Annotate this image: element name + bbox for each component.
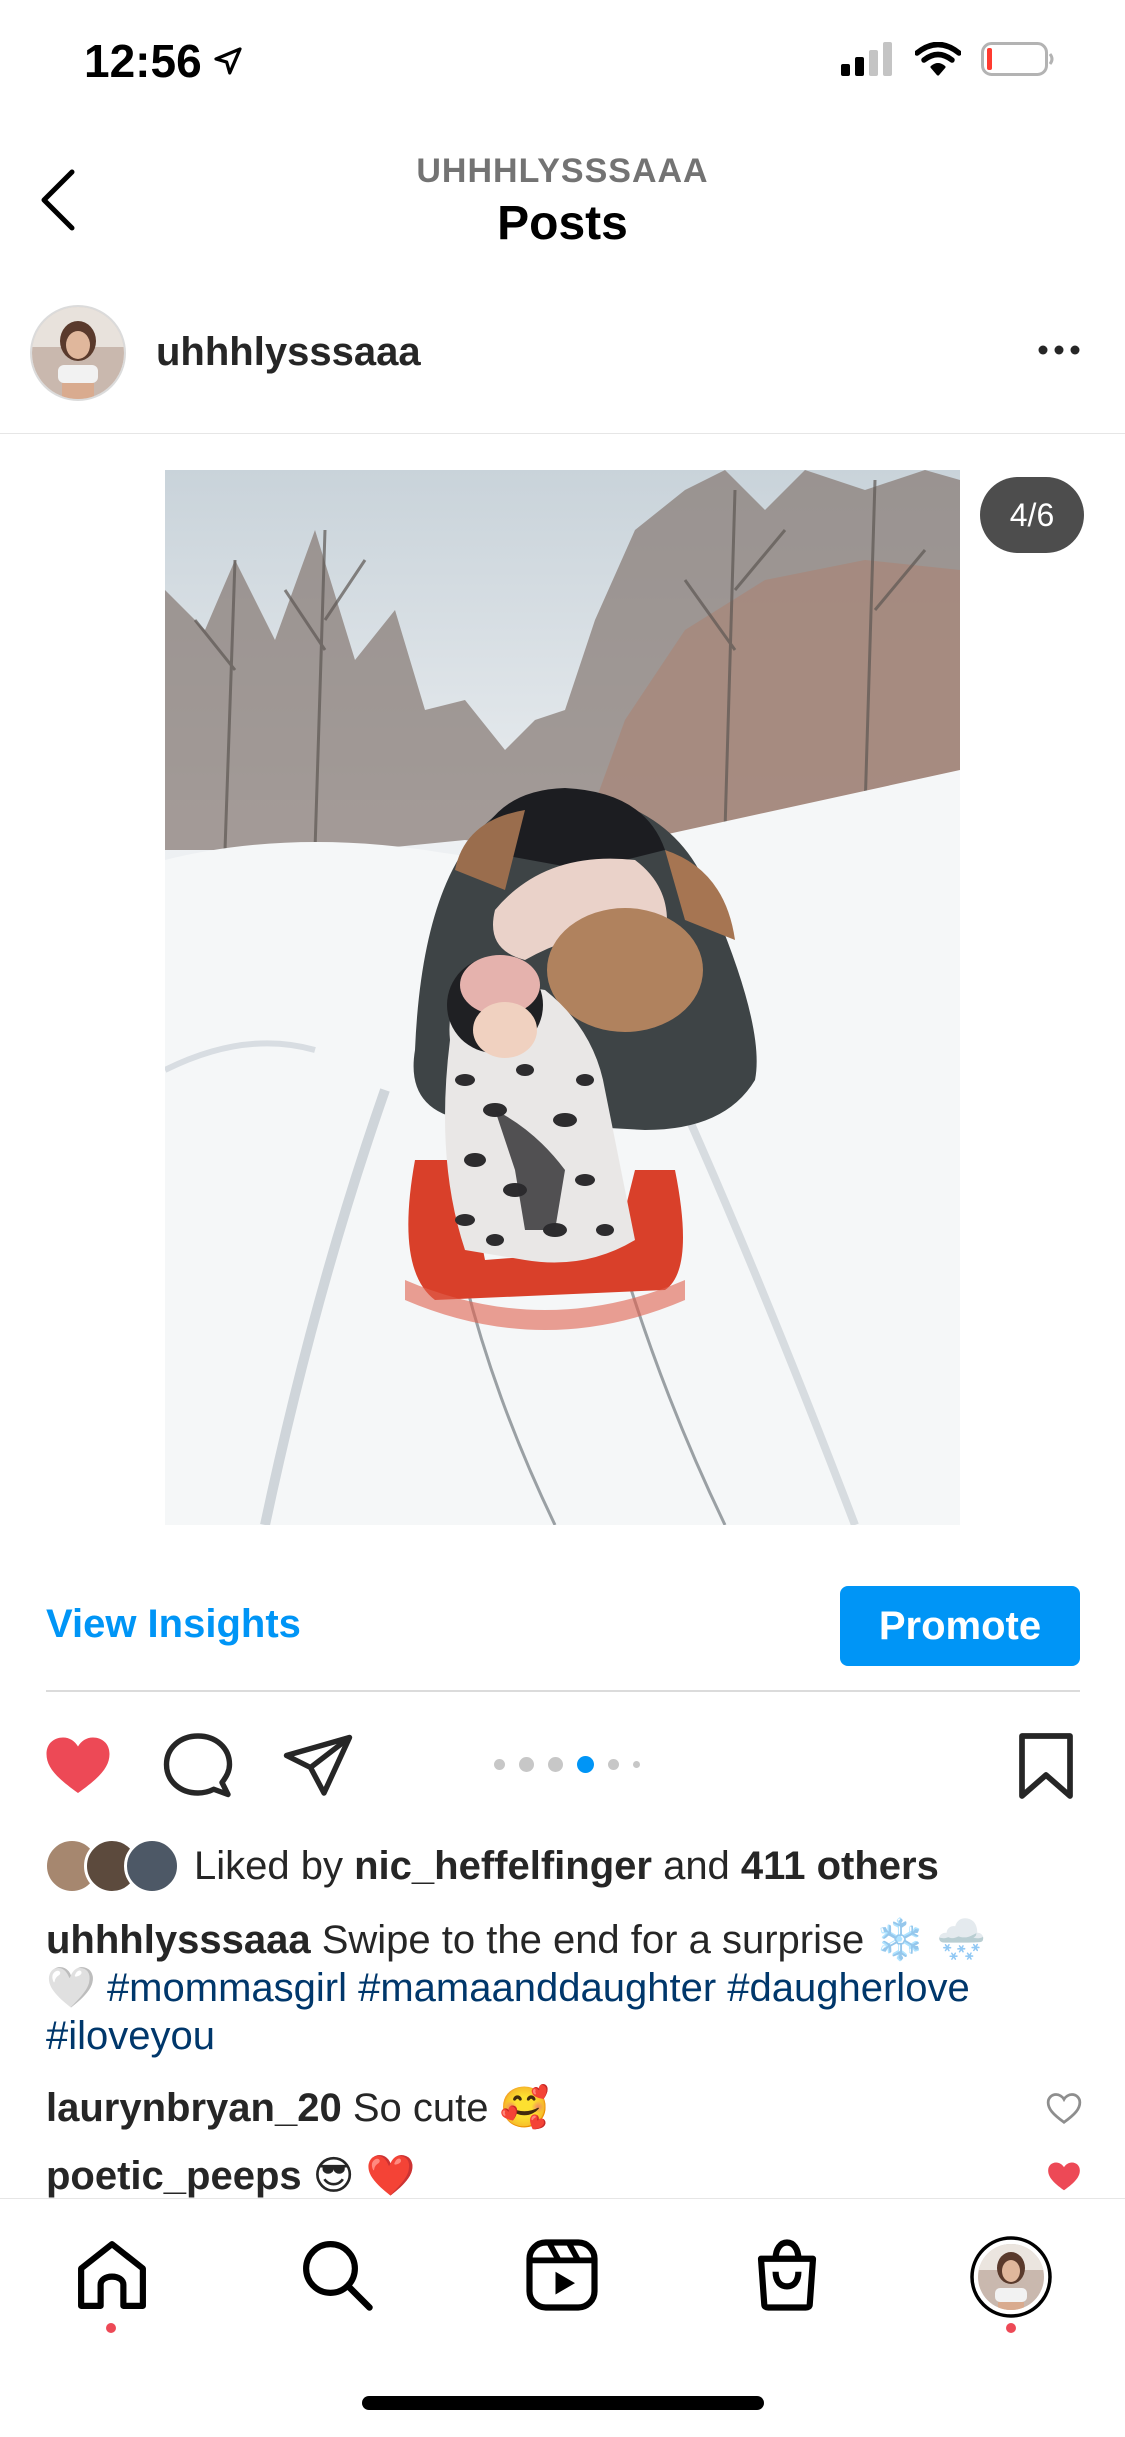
more-icon [1038,345,1080,355]
signal-icon [841,42,892,76]
caption-text: Swipe to the end for a surprise ❄️ 🌨️ [310,1918,987,1962]
post-header-divider [0,433,1125,434]
heart-filled-icon [1048,2162,1080,2191]
comment-like-button[interactable] [1045,2090,1083,2126]
likes-others[interactable]: 411 others [741,1844,939,1888]
reels-icon [526,2239,598,2311]
location-arrow-icon [214,47,242,75]
home-icon [78,2241,146,2309]
hashtag[interactable]: #daugherlove [727,1966,969,2010]
comment-row: laurynbryan_20 So cute 🥰 [46,2084,549,2131]
likes-prefix: Liked by [194,1844,355,1888]
nav-shop[interactable] [748,2236,826,2314]
nav-search[interactable] [298,2236,376,2314]
carousel-dot [608,1759,619,1770]
share-icon [283,1734,353,1796]
heart-outline-icon [1046,2093,1082,2124]
battery-icon [981,42,1054,76]
comment-like-button[interactable] [1045,2158,1083,2194]
comment-row: poetic_peeps 😎 ❤️ [46,2152,415,2199]
heart-icon [46,1737,110,1793]
caption-username[interactable]: uhhhlysssaaa [46,1918,311,1962]
status-bar-time: 12:56 [84,34,244,88]
carousel-counter: 4/6 [980,477,1084,553]
post-photo[interactable] [165,470,960,1525]
insights-divider [46,1690,1080,1692]
post-photo-image [165,470,960,1525]
liker-avatar [124,1838,180,1894]
wifi-icon [915,42,961,76]
post-author-avatar[interactable] [30,305,126,401]
comment-icon [163,1733,233,1798]
carousel-dot [494,1759,505,1770]
nav-home[interactable] [73,2236,151,2314]
more-options-button[interactable] [1037,340,1081,360]
comment-text: So cute 🥰 [341,2086,550,2130]
share-button[interactable] [282,1730,354,1802]
shop-icon [757,2239,817,2311]
likes-summary[interactable]: Liked by nic_heffelfinger and 411 others [194,1844,939,1889]
bookmark-icon [1019,1733,1073,1799]
like-button[interactable] [42,1730,114,1802]
view-insights-link[interactable]: View Insights [46,1602,301,1647]
hashtag[interactable]: #iloveyou [46,2014,215,2058]
comment-username[interactable]: laurynbryan_20 [46,2086,342,2130]
comment-button[interactable] [162,1730,234,1802]
promote-button[interactable]: Promote [840,1586,1080,1666]
nav-reels[interactable] [523,2236,601,2314]
comment-username[interactable]: poetic_peeps [46,2154,302,2198]
likes-middle: and [651,1844,741,1888]
liker-avatars[interactable] [44,1838,180,1894]
post-author-username[interactable]: uhhhlysssaaa [156,330,421,375]
nav-home-indicator-dot [106,2323,116,2333]
status-bar-indicators [841,42,1055,76]
home-indicator-bar [362,2396,764,2410]
nav-profile-indicator-dot [1006,2323,1016,2333]
nav-profile[interactable] [970,2236,1052,2318]
carousel-dot-active [577,1756,594,1773]
carousel-dot [548,1757,563,1772]
comment-text: 😎 ❤️ [301,2154,416,2198]
search-icon [303,2241,373,2311]
carousel-dot [633,1761,640,1768]
caption-heart-emoji: 🤍 [46,1966,96,2010]
hashtag[interactable]: #mamaanddaughter [358,1966,716,2010]
carousel-dots [494,1756,640,1773]
likes-user[interactable]: nic_heffelfinger [354,1844,652,1888]
save-button[interactable] [1010,1730,1082,1802]
header-account-name: UHHHLYSSSAAA [416,152,709,190]
carousel-dot [519,1757,534,1772]
clock-text: 12:56 [84,35,202,87]
profile-icon [970,2236,1052,2318]
hashtag[interactable]: #mommasgirl [107,1966,347,2010]
page-title: Posts [497,197,628,250]
post-caption: uhhhlysssaaa Swipe to the end for a surp… [46,1916,1086,2060]
avatar-image [32,307,124,399]
